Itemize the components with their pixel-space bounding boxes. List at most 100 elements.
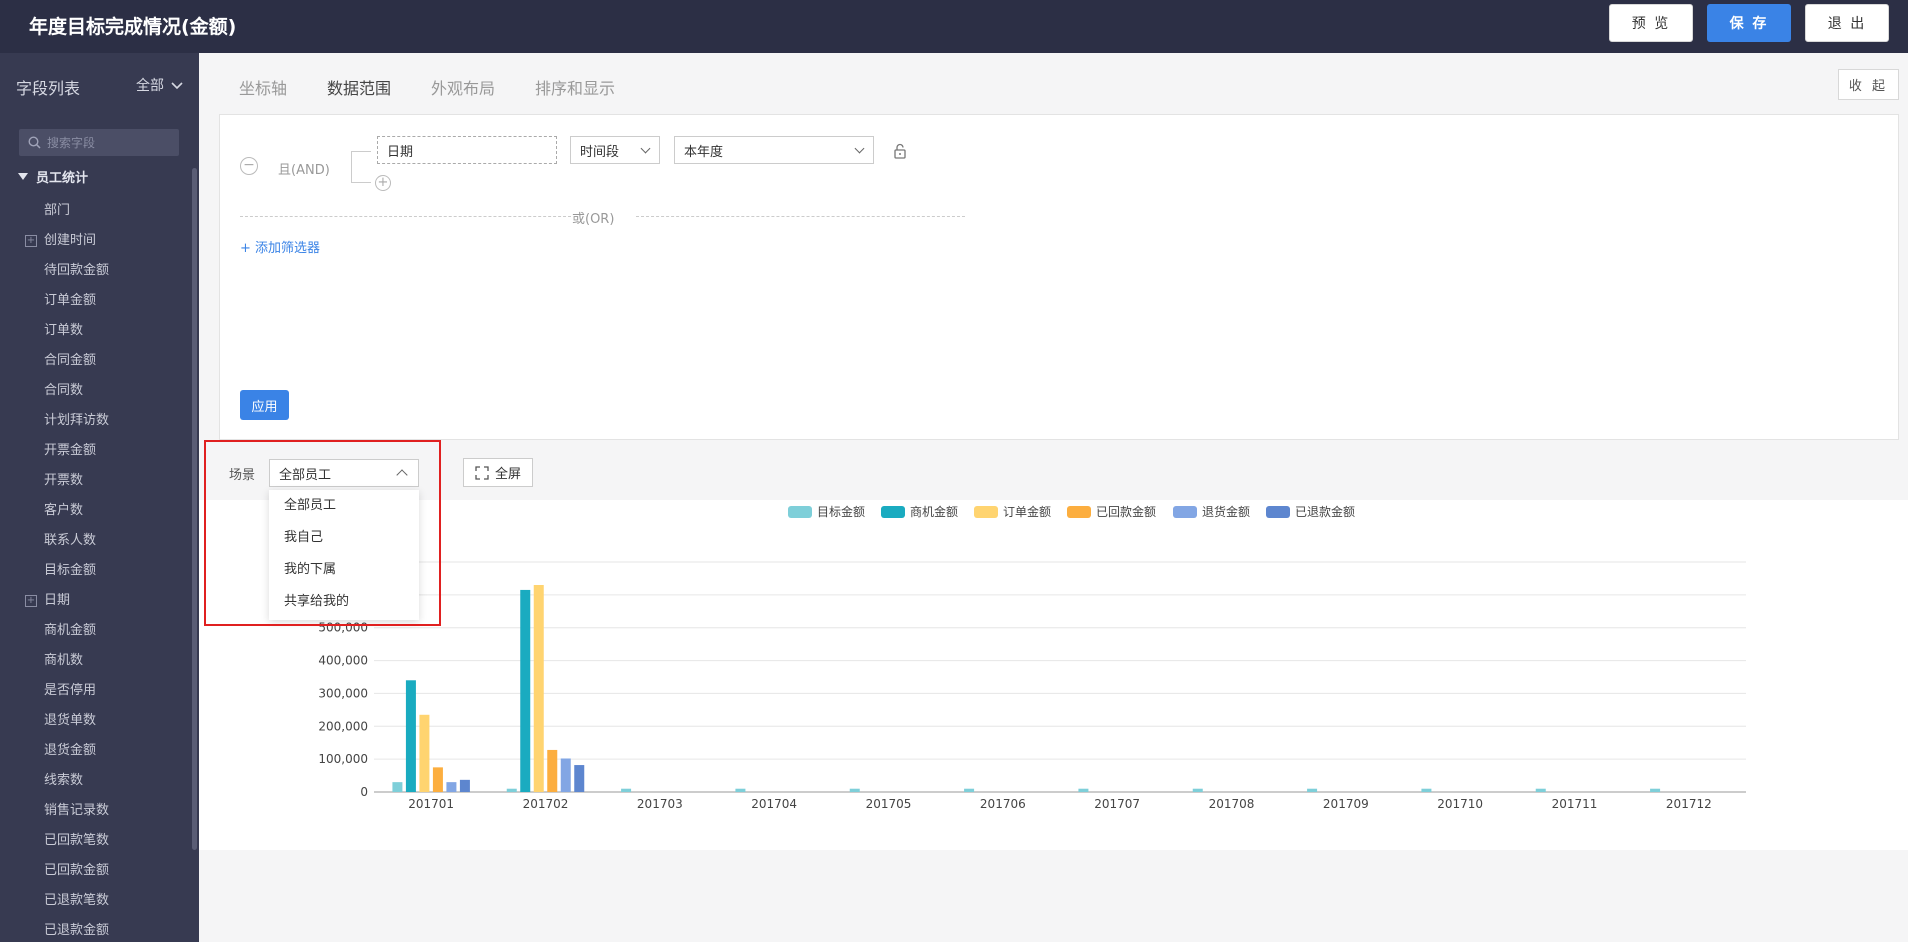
add-filter-link[interactable]: + 添加筛选器 bbox=[240, 237, 320, 256]
filter-operator-select[interactable]: 时间段 bbox=[570, 136, 660, 164]
sidebar-field-item[interactable]: 开票数 bbox=[0, 466, 190, 496]
sidebar-field-item[interactable]: 商机金额 bbox=[0, 616, 190, 646]
filter-value-select[interactable]: 本年度 bbox=[674, 136, 874, 164]
sidebar-field-item[interactable]: 商机数 bbox=[0, 646, 190, 676]
x-tick-label: 201703 bbox=[637, 797, 683, 811]
bar-5-0 bbox=[459, 779, 470, 792]
sidebar-field-item[interactable]: 已回款金额 bbox=[0, 856, 190, 886]
expand-plus-icon[interactable]: + bbox=[25, 595, 37, 607]
chevron-down-icon bbox=[854, 143, 865, 154]
field-list-title: 字段列表 bbox=[16, 79, 81, 98]
unlock-icon[interactable] bbox=[893, 143, 907, 159]
sidebar-field-item[interactable]: 合同金额 bbox=[0, 346, 190, 376]
sidebar-field-item[interactable]: 销售记录数 bbox=[0, 796, 190, 826]
chart-container: 0 100,000 200,000 300,000 400,000 500,000 2017… bbox=[199, 500, 1908, 850]
field-filter-label: 全部 bbox=[136, 78, 164, 94]
filter-panel: − 且(AND) 日期 时间段 本年度 + 或(OR) + 添加筛选器 应用 bbox=[219, 114, 1899, 440]
bar-1-1 bbox=[520, 589, 531, 792]
bar-0-1 bbox=[506, 788, 517, 792]
sidebar-field-label: 日期 bbox=[44, 593, 71, 608]
search-icon bbox=[28, 136, 41, 149]
filter-operator-value: 时间段 bbox=[580, 144, 620, 160]
tab-data-range[interactable]: 数据范围 bbox=[327, 75, 391, 99]
field-list-sidebar: 字段列表 全部 搜索字段 员工统计 部门 + 创建时间待回款金额订单金额订单数合同金… bbox=[0, 53, 199, 942]
x-tick-label: 201706 bbox=[980, 797, 1026, 811]
sidebar-field-item[interactable]: 退货单数 bbox=[0, 706, 190, 736]
sidebar-field-item[interactable]: 客户数 bbox=[0, 496, 190, 526]
sidebar-field-label: 部门 bbox=[44, 203, 71, 218]
sidebar-field-item[interactable]: + 日期 bbox=[0, 586, 190, 616]
filter-field-select[interactable]: 日期 bbox=[377, 136, 557, 164]
y-tick-label: 300,000 bbox=[318, 686, 368, 700]
filter-field-value: 日期 bbox=[387, 144, 414, 160]
remove-group-icon[interactable]: − bbox=[240, 157, 258, 175]
bar-2-1 bbox=[533, 585, 544, 792]
legend-swatch bbox=[1266, 506, 1290, 518]
bar-3-0 bbox=[432, 767, 443, 792]
sidebar-field-label: 订单金额 bbox=[44, 293, 97, 308]
legend-label: 退货金额 bbox=[1202, 504, 1250, 519]
sidebar-field-item[interactable]: 目标金额 bbox=[0, 556, 190, 586]
search-placeholder: 搜索字段 bbox=[47, 136, 96, 150]
sidebar-field-item[interactable]: 订单数 bbox=[0, 316, 190, 346]
field-search-input[interactable]: 搜索字段 bbox=[19, 129, 179, 156]
sidebar-field-label: 已回款金额 bbox=[44, 863, 110, 878]
preview-button[interactable]: 预 览 bbox=[1609, 4, 1693, 42]
sidebar-field-item[interactable]: 计划拜访数 bbox=[0, 406, 190, 436]
sidebar-field-item[interactable]: 待回款金额 bbox=[0, 256, 190, 286]
sidebar-field-item[interactable]: + 创建时间 bbox=[0, 226, 190, 256]
x-tick-label: 201712 bbox=[1666, 797, 1712, 811]
fullscreen-icon bbox=[475, 465, 489, 480]
or-divider-left bbox=[240, 216, 571, 217]
sidebar-field-item[interactable]: 合同数 bbox=[0, 376, 190, 406]
sidebar-field-item[interactable]: 线索数 bbox=[0, 766, 190, 796]
or-divider-right bbox=[636, 216, 965, 217]
sidebar-field-item[interactable]: 退货金额 bbox=[0, 736, 190, 766]
sidebar-field-item[interactable]: 已退款金额 bbox=[0, 916, 190, 942]
sidebar-field-label: 开票金额 bbox=[44, 443, 97, 458]
bar-0-0 bbox=[392, 782, 403, 792]
collapse-button[interactable]: 收 起 bbox=[1838, 69, 1899, 100]
legend-label: 商机金额 bbox=[910, 504, 958, 519]
sidebar-field-item[interactable]: 是否停用 bbox=[0, 676, 190, 706]
bar-0-8 bbox=[1307, 788, 1318, 792]
sidebar-field-label: 待回款金额 bbox=[44, 263, 110, 278]
legend-swatch bbox=[788, 506, 812, 518]
sidebar-field-item[interactable]: 联系人数 bbox=[0, 526, 190, 556]
bar-0-11 bbox=[1650, 788, 1661, 792]
tab-axis[interactable]: 坐标轴 bbox=[239, 75, 287, 99]
sidebar-field-label: 已退款笔数 bbox=[44, 893, 110, 908]
sidebar-field-item[interactable]: 已回款笔数 bbox=[0, 826, 190, 856]
add-condition-icon[interactable]: + bbox=[375, 175, 391, 191]
sidebar-field-item[interactable]: 开票金额 bbox=[0, 436, 190, 466]
legend-label: 订单金额 bbox=[1003, 504, 1051, 519]
fullscreen-button[interactable]: 全屏 bbox=[463, 458, 533, 487]
sidebar-field-item[interactable]: 订单金额 bbox=[0, 286, 190, 316]
save-button[interactable]: 保 存 bbox=[1707, 4, 1791, 42]
legend-label: 目标金额 bbox=[817, 504, 865, 519]
apply-button[interactable]: 应用 bbox=[240, 390, 289, 420]
x-tick-label: 201711 bbox=[1552, 797, 1598, 811]
and-label: 且(AND) bbox=[278, 163, 330, 178]
tab-sort-display[interactable]: 排序和显示 bbox=[535, 75, 615, 99]
sidebar-field-label: 销售记录数 bbox=[44, 803, 110, 818]
sidebar-field-item[interactable]: 部门 bbox=[0, 196, 190, 226]
bar-0-6 bbox=[1078, 788, 1089, 792]
x-tick-label: 201705 bbox=[866, 797, 912, 811]
tab-appearance[interactable]: 外观布局 bbox=[431, 75, 495, 99]
field-filter-dropdown[interactable]: 全部 bbox=[136, 75, 184, 95]
sidebar-scrollbar[interactable] bbox=[192, 168, 197, 850]
field-group-employee-stats[interactable]: 员工统计 bbox=[18, 167, 88, 186]
bar-0-7 bbox=[1192, 788, 1203, 792]
x-tick-label: 201708 bbox=[1209, 797, 1255, 811]
exit-button[interactable]: 退 出 bbox=[1805, 4, 1889, 42]
sidebar-field-label: 退货单数 bbox=[44, 713, 97, 728]
page-title: 年度目标完成情况(金额) bbox=[29, 16, 237, 38]
and-bracket bbox=[351, 151, 371, 183]
sidebar-field-label: 合同金额 bbox=[44, 353, 97, 368]
sidebar-field-item[interactable]: 已退款笔数 bbox=[0, 886, 190, 916]
filter-value-text: 本年度 bbox=[684, 144, 724, 160]
expand-plus-icon[interactable]: + bbox=[25, 235, 37, 247]
sidebar-field-label: 商机金额 bbox=[44, 623, 97, 638]
bar-0-4 bbox=[849, 788, 860, 792]
